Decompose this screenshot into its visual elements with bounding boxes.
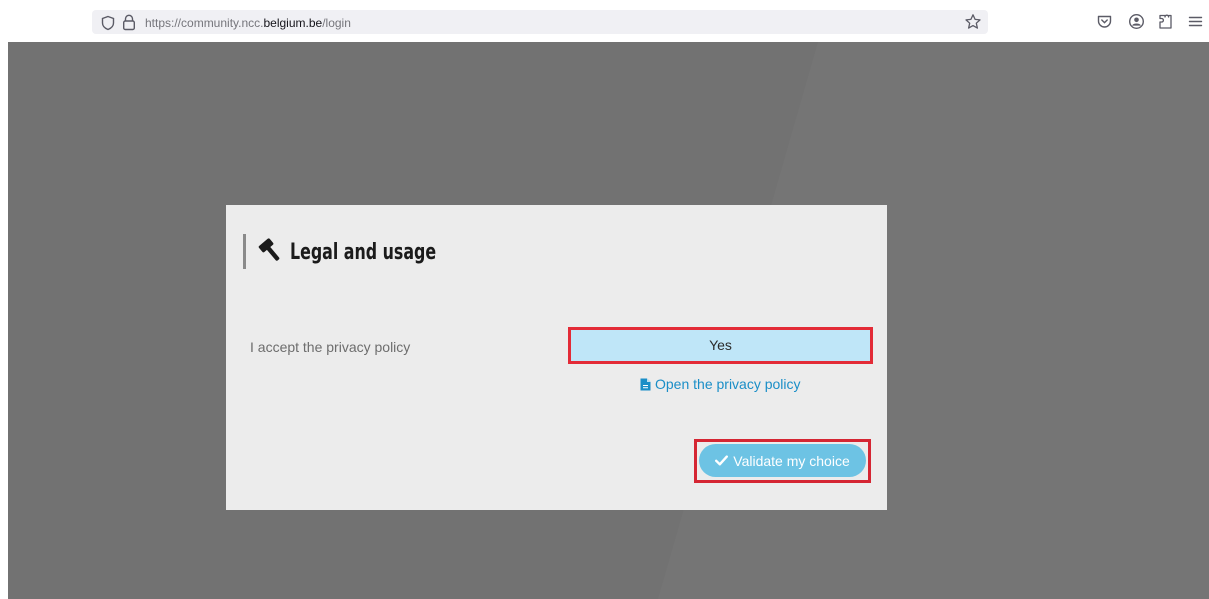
privacy-label: I accept the privacy policy — [250, 339, 411, 355]
lock-icon[interactable] — [121, 14, 137, 31]
account-icon[interactable] — [1128, 13, 1145, 30]
title-accent-bar — [243, 234, 246, 269]
browser-toolbar: https://community.ncc.belgium.be/login — [0, 0, 1209, 42]
privacy-link-text: Open the privacy policy — [655, 376, 801, 392]
document-icon — [640, 378, 651, 390]
yes-button[interactable]: Yes — [571, 330, 870, 361]
url-text[interactable]: https://community.ncc.belgium.be/login — [145, 15, 351, 31]
privacy-policy-link[interactable]: Open the privacy policy — [640, 374, 801, 394]
validate-label: Validate my choice — [733, 452, 850, 469]
star-icon[interactable] — [964, 13, 982, 31]
url-domain: belgium.be — [263, 16, 323, 30]
extensions-icon[interactable] — [1157, 13, 1174, 30]
modal-title: Legal and usage — [290, 240, 437, 265]
gavel-icon — [258, 238, 280, 261]
url-prefix: https://community.ncc. — [145, 16, 264, 30]
check-icon — [715, 455, 729, 466]
pocket-icon[interactable] — [1096, 13, 1113, 30]
url-path: /login — [322, 16, 351, 30]
menu-icon[interactable] — [1187, 13, 1204, 30]
shield-icon[interactable] — [100, 15, 116, 31]
validate-button[interactable]: Validate my choice — [699, 444, 866, 477]
